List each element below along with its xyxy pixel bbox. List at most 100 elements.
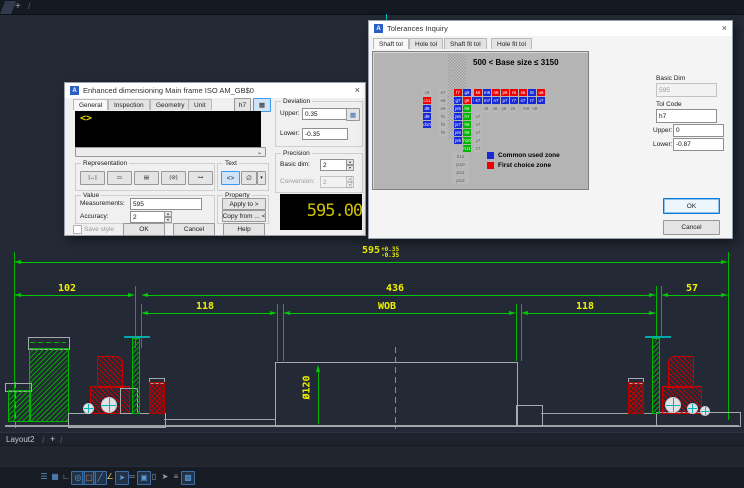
representation-button-1[interactable]: |↔| bbox=[80, 171, 105, 185]
tolerance-zone-cell-e7[interactable]: e7 bbox=[439, 89, 447, 96]
tolerance-zone-cell-v6[interactable]: v6 bbox=[482, 105, 490, 112]
tolerance-zone-cell-e9[interactable]: e9 bbox=[439, 105, 447, 112]
dimension-text-102[interactable]: 102 bbox=[58, 283, 76, 294]
text-more-button[interactable]: ▾ bbox=[257, 171, 266, 185]
upper-field[interactable]: 0.35 bbox=[302, 108, 348, 120]
tolerance-zone-cell-s7[interactable]: s7 bbox=[519, 97, 527, 104]
tolerance-zone-cell-g5[interactable]: g5 bbox=[463, 89, 471, 96]
dialog-title-bar[interactable]: A Tolerances Inquiry × bbox=[369, 21, 732, 36]
tolerance-zone-cell-k6[interactable]: k6 bbox=[474, 89, 482, 96]
tolerance-zone-cell-h7[interactable]: h7 bbox=[463, 113, 471, 120]
dimension-text-WOB[interactable]: WOB bbox=[378, 301, 396, 312]
tolerance-zone-cell-js7[interactable]: js7 bbox=[454, 121, 462, 128]
tolerance-zone-cell-n7[interactable]: n7 bbox=[492, 97, 500, 104]
tolerance-zone-cell-y6[interactable]: y6 bbox=[500, 105, 508, 112]
command-area[interactable] bbox=[0, 445, 744, 467]
tolerance-zone-cell-c9[interactable]: c9 bbox=[423, 89, 431, 96]
representation-button-3[interactable]: ▤ bbox=[134, 171, 159, 185]
apply-to-button[interactable]: Apply to > bbox=[222, 198, 266, 210]
tolerance-zone-cell-g7[interactable]: g7 bbox=[454, 97, 462, 104]
dimension-text-436[interactable]: 436 bbox=[386, 283, 404, 294]
tab-hole-fit-tol[interactable]: Hole fit tol bbox=[491, 38, 532, 49]
tolerance-zone-cell-js10[interactable]: js10 bbox=[452, 161, 469, 168]
help-button[interactable]: Help bbox=[223, 223, 265, 236]
tolerance-zone-cell-u7[interactable]: u7 bbox=[537, 97, 545, 104]
palette-button[interactable]: ▦ bbox=[253, 98, 271, 112]
tolerance-zone-cell-js5[interactable]: js5 bbox=[454, 105, 462, 112]
tolerance-zone-cell-h9[interactable]: h9 bbox=[463, 129, 471, 136]
mid-floor[interactable] bbox=[164, 419, 275, 420]
dimension-text-57[interactable]: 57 bbox=[686, 283, 698, 294]
tolerance-zone-cell-r6[interactable]: r6 bbox=[510, 89, 518, 96]
ok-button[interactable]: OK bbox=[123, 223, 165, 236]
right-rib-tee[interactable] bbox=[645, 336, 671, 338]
tolerance-zone-cell-c11[interactable]: c11 bbox=[423, 97, 431, 104]
tolerance-zone-cell-p7[interactable]: p7 bbox=[501, 97, 509, 104]
left-pedestal-upper[interactable] bbox=[97, 356, 123, 388]
save-style-checkbox[interactable] bbox=[73, 225, 82, 234]
diameter-dim-text[interactable]: Ø120 bbox=[302, 375, 313, 399]
tab-inspection[interactable]: Inspection bbox=[108, 99, 150, 110]
cancel-button[interactable]: Cancel bbox=[173, 223, 215, 236]
tolerance-zone-cell-u6[interactable]: u6 bbox=[537, 89, 545, 96]
tolerance-zone-cell-t7[interactable]: t7 bbox=[528, 97, 536, 104]
layout-tab[interactable]: Layout2 bbox=[6, 435, 34, 444]
tolerance-zone-cell-f9[interactable]: f9 bbox=[439, 129, 447, 136]
measurements-field[interactable]: 595 bbox=[130, 198, 202, 210]
representation-button-4[interactable]: (⊘) bbox=[161, 171, 186, 185]
copy-from-button[interactable]: Copy from ... < bbox=[222, 210, 266, 222]
tab-geometry[interactable]: Geometry bbox=[150, 99, 191, 110]
tolerance-zone-cell-u7[interactable]: u7 bbox=[474, 113, 482, 120]
diameter-dim-line[interactable] bbox=[318, 367, 319, 424]
dimension-text-595[interactable]: 595+0.35-0.35 bbox=[362, 245, 399, 259]
left-block-body[interactable] bbox=[29, 348, 69, 422]
extension-line[interactable] bbox=[728, 252, 729, 420]
basic-dim-field[interactable]: 595 bbox=[656, 83, 717, 97]
tab-shaft-tol[interactable]: Shaft tol bbox=[373, 38, 409, 49]
tab-unit[interactable]: Unit bbox=[188, 99, 212, 110]
tolerance-zone-cell-y7[interactable]: y7 bbox=[474, 137, 482, 144]
dimension-line-57[interactable] bbox=[666, 295, 723, 296]
dimension-line-WOB[interactable] bbox=[288, 313, 511, 314]
hardware-icon[interactable]: ▩ bbox=[181, 471, 195, 485]
tolerance-zone-cell-x7[interactable]: x7 bbox=[474, 129, 482, 136]
representation-button-5[interactable]: ⊶ bbox=[188, 171, 213, 185]
tab-general[interactable]: General bbox=[73, 99, 108, 110]
tab-hole-tol[interactable]: Hole tol bbox=[409, 38, 443, 49]
close-icon[interactable]: × bbox=[722, 24, 727, 33]
dimension-text-118[interactable]: 118 bbox=[576, 301, 594, 312]
dialog-title-bar[interactable]: A Enhanced dimensioning Main frame ISO A… bbox=[65, 83, 365, 98]
dimension-line-118[interactable] bbox=[146, 313, 272, 314]
close-icon[interactable]: × bbox=[355, 86, 360, 95]
tolerance-zone-cell-e8[interactable]: e8 bbox=[439, 97, 447, 104]
tolerance-zone-cell-js8[interactable]: js8 bbox=[454, 129, 462, 136]
tolerance-lookup-button[interactable]: ▦ bbox=[346, 108, 360, 121]
tolerance-zone-cell-d10[interactable]: d10 bbox=[423, 121, 431, 128]
tolerance-zone-cell-d8[interactable]: d8 bbox=[423, 105, 431, 112]
tolerance-zone-cell-h8[interactable]: h8 bbox=[463, 121, 471, 128]
diameter-symbol-button[interactable]: ∅ bbox=[241, 171, 257, 185]
left-rib[interactable] bbox=[132, 338, 140, 414]
tolerance-zone-cell-p6[interactable]: p6 bbox=[501, 89, 509, 96]
tolerance-zone-cell-f7[interactable]: f7 bbox=[454, 89, 462, 96]
tolerance-zone-cell-js11[interactable]: js11 bbox=[452, 169, 469, 176]
angle-brackets-button[interactable]: <> bbox=[221, 171, 240, 185]
left-base[interactable] bbox=[68, 413, 166, 428]
tolerance-zone-cell-k7[interactable]: k7 bbox=[474, 97, 482, 104]
tab-shaft-fit-tol[interactable]: Shaft fit tol bbox=[444, 38, 487, 49]
extension-line[interactable] bbox=[277, 304, 278, 361]
tolerance-zone-cell-js9[interactable]: js9 bbox=[454, 137, 462, 144]
tolerance-zone-cell-s6[interactable]: s6 bbox=[519, 89, 527, 96]
tolerance-zone-cell-x6[interactable]: x6 bbox=[491, 105, 499, 112]
left-rib-tee[interactable] bbox=[124, 336, 150, 338]
tolerance-zone-cell-h10[interactable]: h10 bbox=[463, 137, 471, 144]
tolerance-zone-cell-n8[interactable]: n8 bbox=[531, 105, 539, 112]
tol-code-field[interactable]: h7 bbox=[656, 109, 717, 123]
tolerance-zone-cell-js12[interactable]: js12 bbox=[452, 177, 469, 184]
extension-line[interactable] bbox=[656, 286, 657, 336]
tolerance-zone-cell-r7[interactable]: r7 bbox=[510, 97, 518, 104]
preview-dropdown[interactable]: ⌄ bbox=[75, 147, 266, 157]
accuracy-stepper[interactable]: ▴▾ bbox=[164, 211, 172, 222]
tolerance-zone-cell-m8[interactable]: m8 bbox=[522, 105, 530, 112]
tolerance-zone-cell-n6[interactable]: n6 bbox=[492, 89, 500, 96]
